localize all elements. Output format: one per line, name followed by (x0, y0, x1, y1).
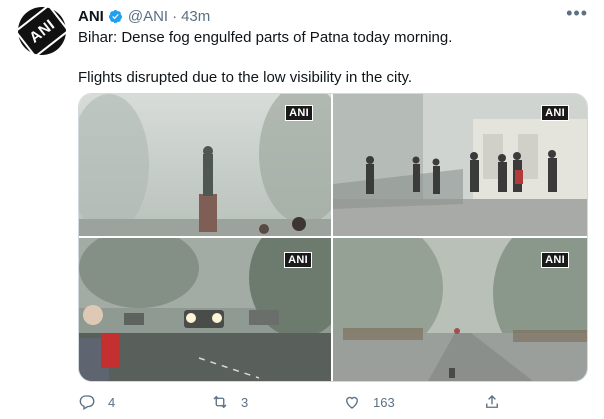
media-grid: ANI ANI ANI ANI (78, 93, 588, 382)
photo-fog-statue[interactable]: ANI (79, 94, 331, 236)
reply-button[interactable]: 4 (78, 393, 115, 411)
tweet-text-line-1: Bihar: Dense fog engulfed parts of Patna… (78, 29, 453, 46)
reply-count: 4 (108, 394, 116, 410)
ani-logo: ANI (14, 4, 70, 58)
retweet-count: 3 (241, 394, 249, 410)
watermark: ANI (284, 252, 312, 268)
photo-fog-tree-lined-road[interactable]: ANI (333, 238, 587, 381)
watermark: ANI (541, 105, 569, 121)
tweet-actions: 4 3 163 (78, 393, 588, 411)
author-handle[interactable]: @ANI (128, 8, 168, 25)
retweet-icon (213, 395, 227, 409)
heart-icon (346, 396, 358, 409)
author-name[interactable]: ANI (78, 8, 104, 25)
tweet-text-line-2: Flights disrupted due to the low visibil… (78, 69, 413, 86)
retweet-button[interactable]: 3 (211, 393, 248, 411)
share-icon (486, 395, 498, 408)
like-count: 163 (373, 394, 395, 410)
watermark: ANI (285, 105, 313, 121)
photo-fog-road-traffic[interactable]: ANI (79, 238, 331, 381)
tweet-text: Bihar: Dense fog engulfed parts of Patna… (78, 28, 588, 88)
reply-icon (79, 395, 95, 410)
watermark: ANI (541, 252, 569, 268)
tweet[interactable]: ANI ANI @ANI · 43m ••• Bihar: Dense fog … (0, 0, 604, 419)
avatar[interactable]: ANI (14, 4, 70, 58)
more-icon[interactable]: ••• (566, 4, 588, 22)
timestamp[interactable]: 43m (181, 8, 210, 25)
separator: · (172, 7, 178, 25)
share-button[interactable] (483, 393, 501, 411)
like-button[interactable]: 163 (343, 393, 395, 411)
verified-badge-icon (108, 9, 122, 23)
tweet-header: ANI @ANI · 43m (78, 6, 210, 26)
photo-fog-street-pedestrians[interactable]: ANI (333, 94, 587, 236)
